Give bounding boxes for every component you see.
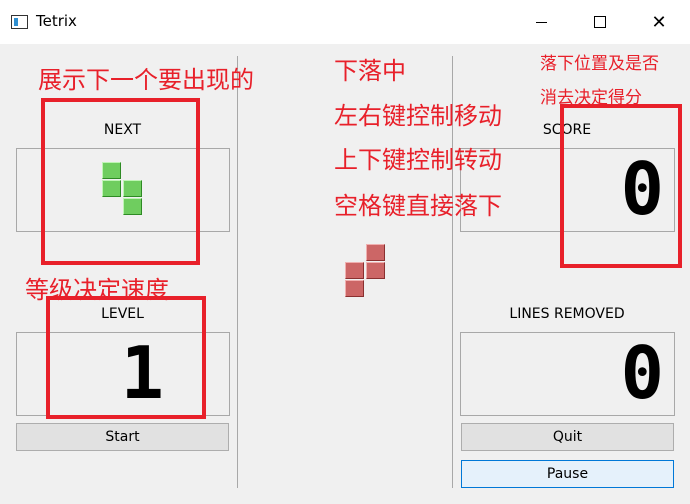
title-bar: Tetrix ✕ [0,0,690,44]
lines-removed-display: 0 [460,332,675,416]
falling-piece-cell [366,262,385,279]
drop-annotation: 空格键直接落下 [334,192,502,220]
score-annotation-line1: 落下位置及是否 [540,54,659,74]
start-button[interactable]: Start [16,423,229,451]
level-highlight-box [46,296,206,419]
minimize-button[interactable] [518,8,564,36]
move-annotation: 左右键控制移动 [334,102,502,130]
lines-removed-value: 0 [620,331,664,415]
falling-piece-cell [345,262,364,279]
window-title: Tetrix [36,12,77,30]
next-highlight-box [41,98,200,265]
falling-piece-cell [366,244,385,261]
score-highlight-box [560,104,682,268]
close-icon: ✕ [651,11,667,33]
minimize-icon [535,21,547,23]
quit-button[interactable]: Quit [461,423,674,451]
lines-removed-label: LINES REMOVED [509,306,625,322]
falling-piece-cell [345,280,364,297]
score-annotation-line2: 消去决定得分 [540,88,642,108]
next-annotation: 展示下一个要出现的 [38,66,254,94]
app-icon [11,15,28,29]
maximize-button[interactable] [577,8,623,36]
rotate-annotation: 上下键控制转动 [334,146,502,174]
maximize-icon [594,16,606,28]
falling-annotation: 下落中 [334,57,406,85]
close-button[interactable]: ✕ [636,8,682,36]
level-annotation: 等级决定速度 [25,276,169,304]
pause-button[interactable]: Pause [461,460,674,488]
